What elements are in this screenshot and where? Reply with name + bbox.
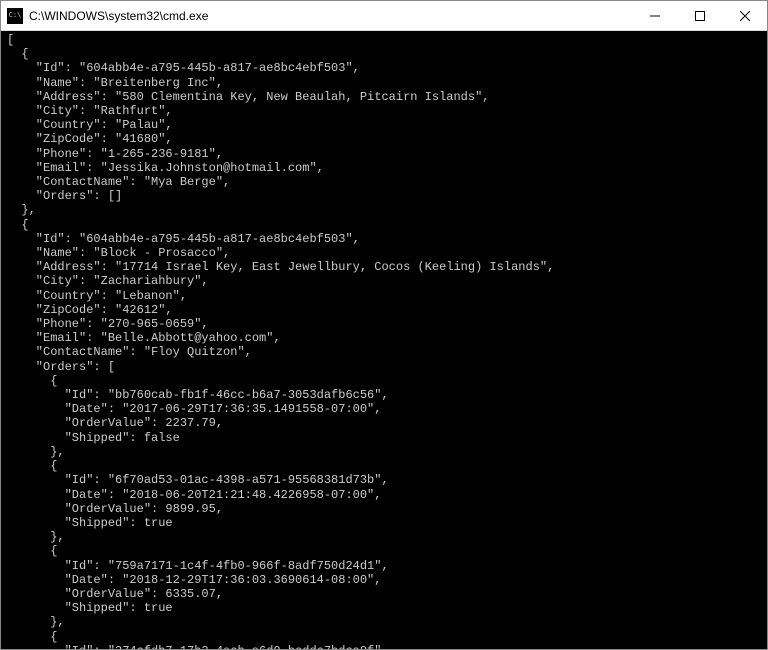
cmd-icon	[7, 8, 23, 24]
console-output[interactable]: [ { "Id": "604abb4e-a795-445b-a817-ae8bc…	[1, 31, 767, 649]
minimize-button[interactable]	[632, 1, 677, 30]
maximize-button[interactable]	[677, 1, 722, 30]
window-controls	[632, 1, 767, 30]
cmd-window: C:\WINDOWS\system32\cmd.exe [ { "Id": "6…	[0, 0, 768, 650]
close-button[interactable]	[722, 1, 767, 30]
window-title: C:\WINDOWS\system32\cmd.exe	[29, 9, 632, 23]
titlebar[interactable]: C:\WINDOWS\system32\cmd.exe	[1, 1, 767, 31]
